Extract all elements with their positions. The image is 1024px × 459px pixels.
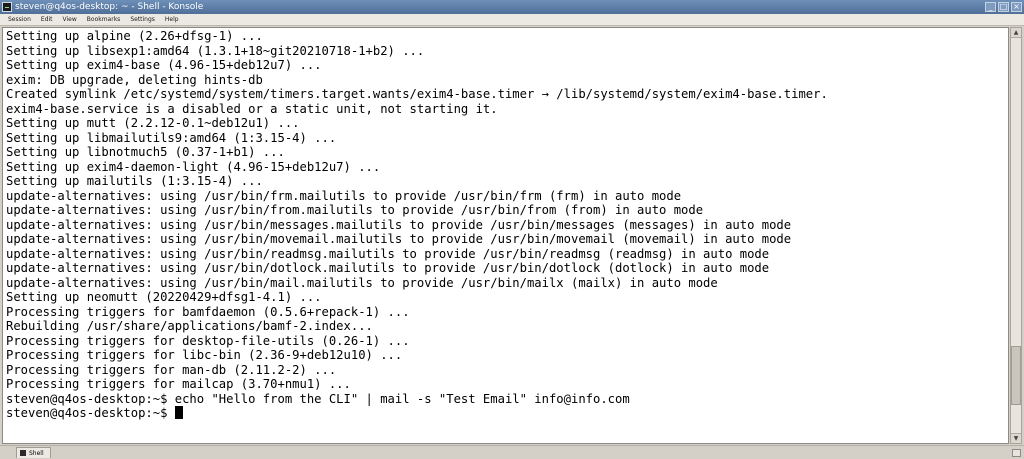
scroll-up-icon[interactable]: ▲ bbox=[1011, 28, 1021, 38]
terminal-line: Setting up exim4-daemon-light (4.96-15+d… bbox=[6, 159, 381, 174]
terminal-line: update-alternatives: using /usr/bin/read… bbox=[6, 246, 770, 261]
terminal-line: Setting up exim4-base (4.96-15+deb12u7) … bbox=[6, 58, 322, 72]
scroll-down-icon[interactable]: ▼ bbox=[1011, 433, 1021, 443]
terminal-line: Created symlink /etc/systemd/system/time… bbox=[6, 87, 828, 101]
tab-shell[interactable]: Shell bbox=[16, 447, 51, 458]
terminal-line: Setting up alpine (2.26+dfsg-1) ... bbox=[6, 29, 263, 43]
minimize-icon[interactable]: _ bbox=[985, 2, 996, 12]
terminal-icon bbox=[20, 450, 26, 456]
menu-session[interactable]: Session bbox=[3, 16, 36, 23]
terminal-line: Setting up libnotmuch5 (0.37-1+b1) ... bbox=[6, 145, 285, 159]
terminal-line: Processing triggers for man-db (2.11.2-2… bbox=[6, 362, 337, 377]
scroll-track[interactable] bbox=[1011, 39, 1021, 432]
terminal-prompt-line[interactable]: steven@q4os-desktop:~$ bbox=[6, 406, 1008, 421]
text-cursor bbox=[174, 406, 183, 419]
terminal-line: update-alternatives: using /usr/bin/mail… bbox=[6, 275, 718, 290]
terminal-line: Setting up libmailutils9:amd64 (1:3.15-4… bbox=[6, 130, 337, 145]
terminal-line: update-alternatives: using /usr/bin/dotl… bbox=[6, 261, 770, 275]
menu-bookmarks[interactable]: Bookmarks bbox=[82, 16, 126, 23]
terminal-line: exim: DB upgrade, deleting hints-db bbox=[6, 72, 263, 87]
terminal-line: Processing triggers for desktop-file-uti… bbox=[6, 333, 410, 348]
terminal-line: Setting up libsexp1:amd64 (1.3.1+18~git2… bbox=[6, 43, 425, 58]
scroll-thumb[interactable] bbox=[1011, 346, 1021, 405]
menu-view[interactable]: View bbox=[58, 16, 82, 23]
menu-edit[interactable]: Edit bbox=[36, 16, 58, 23]
menu-bar: Session Edit View Bookmarks Settings Hel… bbox=[0, 14, 1024, 26]
terminal-line: steven@q4os-desktop:~$ echo "Hello from … bbox=[6, 391, 630, 406]
terminal-line: Processing triggers for libc-bin (2.36-9… bbox=[6, 348, 403, 362]
terminal-output[interactable]: Setting up alpine (2.26+dfsg-1) ... Setti… bbox=[2, 27, 1009, 444]
konsole-app-icon[interactable] bbox=[2, 2, 12, 12]
title-bar[interactable]: steven@q4os-desktop: ~ - Shell - Konsole… bbox=[0, 0, 1024, 14]
terminal-line: exim4-base.service is a disabled or a st… bbox=[6, 101, 498, 116]
tab-shell-label: Shell bbox=[29, 449, 44, 457]
terminal-line: Setting up mailutils (1:3.15-4) ... bbox=[6, 174, 263, 188]
terminal-line: update-alternatives: using /usr/bin/mess… bbox=[6, 217, 792, 232]
terminal-line: update-alternatives: using /usr/bin/from… bbox=[6, 203, 704, 217]
terminal-line: update-alternatives: using /usr/bin/frm.… bbox=[6, 188, 682, 203]
menu-settings[interactable]: Settings bbox=[125, 16, 160, 23]
terminal-line: Rebuilding /usr/share/applications/bamf-… bbox=[6, 319, 373, 333]
window-title: steven@q4os-desktop: ~ - Shell - Konsole bbox=[15, 2, 204, 12]
terminal-line: Processing triggers for bamfdaemon (0.5.… bbox=[6, 304, 410, 319]
maximize-icon[interactable]: □ bbox=[998, 2, 1009, 12]
tab-bar: Shell bbox=[0, 445, 1024, 459]
terminal-line: Setting up neomutt (20220429+dfsg1-4.1) … bbox=[6, 290, 322, 304]
terminal-line: update-alternatives: using /usr/bin/move… bbox=[6, 232, 792, 246]
close-tab-icon[interactable] bbox=[1012, 449, 1021, 457]
close-icon[interactable]: × bbox=[1011, 2, 1022, 12]
terminal-scrollbar[interactable]: ▲ ▼ bbox=[1010, 27, 1022, 444]
menu-help[interactable]: Help bbox=[160, 16, 184, 23]
shell-prompt: steven@q4os-desktop:~$ bbox=[6, 406, 175, 420]
terminal-line: Processing triggers for mailcap (3.70+nm… bbox=[6, 377, 351, 391]
terminal-line: Setting up mutt (2.2.12-0.1~deb12u1) ... bbox=[6, 116, 300, 130]
